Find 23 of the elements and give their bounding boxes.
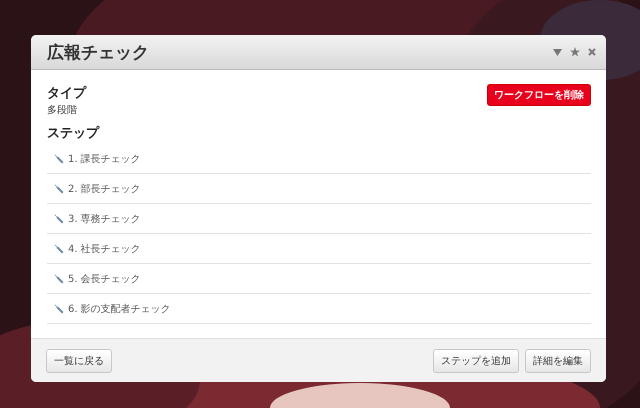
wrench-icon <box>53 183 64 194</box>
step-link[interactable]: 3. 専務チェック <box>68 212 141 226</box>
dropdown-icon[interactable] <box>553 48 562 56</box>
step-link[interactable]: 6. 影の支配者チェック <box>68 302 171 316</box>
section-heading: タイプ <box>47 84 86 102</box>
wrench-icon <box>53 273 64 284</box>
step-link[interactable]: 2. 部長チェック <box>68 182 141 196</box>
footer-button[interactable]: 詳細を編集 <box>525 348 591 372</box>
close-icon[interactable] <box>588 48 596 56</box>
back-button[interactable]: 一覧に戻る <box>46 348 112 372</box>
star-icon[interactable] <box>570 47 580 57</box>
wrench-icon <box>53 243 64 254</box>
wrench-icon <box>53 303 64 314</box>
delete-workflow-button[interactable]: ワークフローを削除 <box>487 84 591 106</box>
window-title: 広報チェック <box>47 42 149 64</box>
wrench-icon <box>53 213 64 224</box>
step-link[interactable]: 5. 会長チェック <box>68 272 141 286</box>
step-link[interactable]: 4. 社長チェック <box>68 242 141 256</box>
step-link[interactable]: 1. 課長チェック <box>68 152 141 166</box>
footer-button[interactable]: ステップを追加 <box>433 348 519 372</box>
wrench-icon <box>53 153 64 164</box>
type-value: 多段階 <box>47 104 78 117</box>
section-heading: ステップ <box>47 124 101 142</box>
